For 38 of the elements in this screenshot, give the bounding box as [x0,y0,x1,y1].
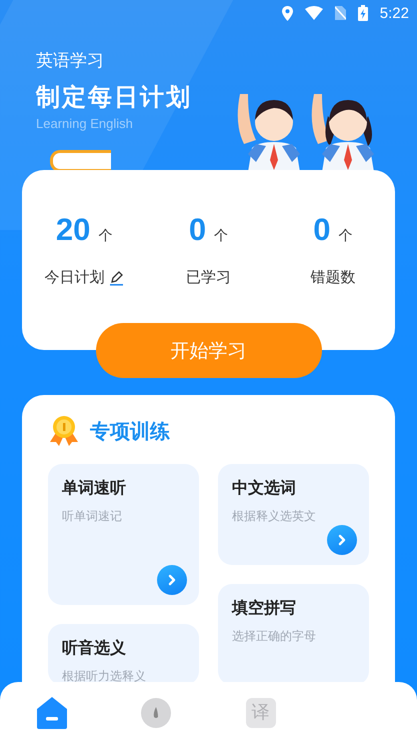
exercise-card[interactable]: 听音选义 根据听力选释义 [48,624,199,685]
stat-unit: 个 [338,227,352,245]
exercise-card[interactable]: 填空拼写 选择正确的字母 [218,584,369,685]
exercise-card[interactable]: 中文选词 根据释义选英文 [218,464,369,565]
stat-label: 错题数 [310,268,356,287]
card-description: 根据释义选英文 [232,508,317,525]
stat-label: 已学习 [186,268,231,287]
stat-value: 20 [56,212,90,248]
chevron-icon [167,574,177,586]
caption: Learning English [36,116,134,131]
edit-icon[interactable] [108,270,124,286]
arrow-button[interactable] [327,525,357,555]
medal-icon [48,415,80,447]
location-icon [282,6,293,20]
drop-tab[interactable] [141,698,172,728]
chevron-icon [337,534,347,546]
stat-value: 0 [313,212,330,248]
stat-value: 0 [188,212,206,248]
stat-unit: 个 [214,227,228,245]
card-description: 听单词速记 [62,508,123,525]
card-description: 选择正确的字母 [232,628,317,645]
stat-label: 今日计划 [44,268,105,287]
card-title: 单词速听 [62,478,127,499]
stat-unit: 个 [98,227,112,245]
headline: 制定每日计划 [36,82,193,112]
card-title: 听音选义 [62,638,127,659]
card-title: 中文选词 [232,478,297,499]
home-tab[interactable] [37,697,68,729]
exercise-card[interactable]: 单词速听 听单词速记 [48,464,199,605]
wifi-icon [304,6,323,20]
arrow-button[interactable] [157,565,187,595]
card-title: 填空拼写 [232,598,297,619]
no-sim-icon [334,6,346,20]
status-time: 5:22 [380,4,409,22]
app-subtitle: 英语学习 [36,50,105,72]
section-title: 专项训练 [90,418,170,444]
battery-charging-icon [358,5,368,21]
card-description: 根据听力选释义 [62,668,147,685]
